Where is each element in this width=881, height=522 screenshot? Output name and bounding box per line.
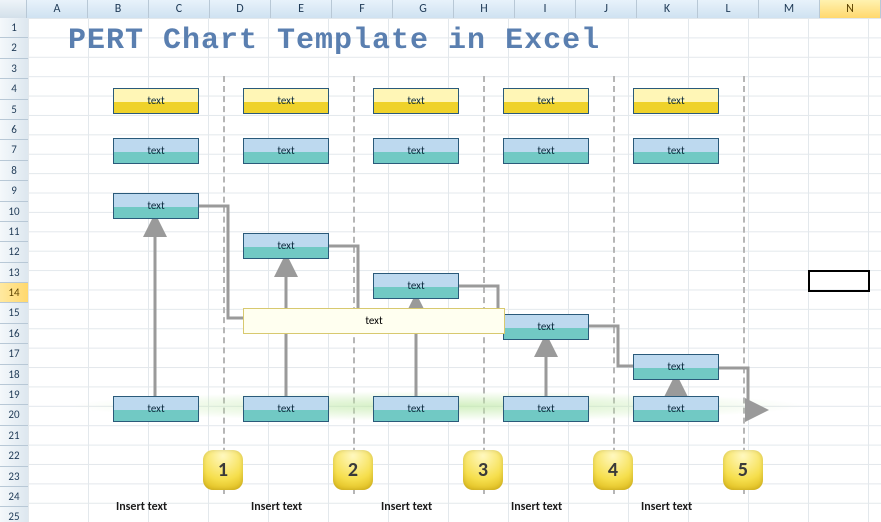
header-box[interactable]: text [243,88,329,114]
stair-box[interactable]: text [373,273,459,299]
task-box[interactable]: text [633,138,719,164]
phase-divider [353,76,355,494]
row-header-bar: 1234567891011121314151617181920212223242… [0,18,29,522]
row-4[interactable]: 4 [0,79,28,99]
row-22[interactable]: 22 [0,446,28,466]
footer-box[interactable]: text [633,396,719,422]
span-box[interactable]: text [243,308,505,334]
row-1[interactable]: 1 [0,18,28,38]
stair-box[interactable]: text [243,233,329,259]
col-K[interactable]: K [637,0,698,18]
header-box[interactable]: text [373,88,459,114]
col-D[interactable]: D [210,0,271,18]
phase-divider [613,76,615,494]
col-B[interactable]: B [88,0,149,18]
footer-box[interactable]: text [503,396,589,422]
col-L[interactable]: L [698,0,759,18]
col-A[interactable]: A [27,0,88,18]
row-9[interactable]: 9 [0,181,28,201]
row-10[interactable]: 10 [0,202,28,222]
task-box[interactable]: text [243,138,329,164]
row-12[interactable]: 12 [0,242,28,262]
col-G[interactable]: G [393,0,454,18]
insert-label: Insert text [641,500,692,514]
row-23[interactable]: 23 [0,467,28,487]
row-20[interactable]: 20 [0,405,28,425]
insert-label: Insert text [251,500,302,514]
row-7[interactable]: 7 [0,140,28,160]
row-25[interactable]: 25 [0,507,28,522]
row-19[interactable]: 19 [0,385,28,405]
insert-label: Insert text [511,500,562,514]
phase-divider [223,76,225,494]
excel-worksheet[interactable]: A B C D E F G H I J K L M N 123456789101… [0,0,881,522]
column-header-bar: A B C D E F G H I J K L M N [0,0,881,19]
step-badge[interactable]: 2 [333,450,373,490]
select-all-corner[interactable] [0,0,27,18]
step-badge[interactable]: 5 [723,450,763,490]
row-3[interactable]: 3 [0,59,28,79]
row-2[interactable]: 2 [0,38,28,58]
col-H[interactable]: H [454,0,515,18]
row-5[interactable]: 5 [0,100,28,120]
step-badge[interactable]: 3 [463,450,503,490]
col-J[interactable]: J [576,0,637,18]
stair-box[interactable]: text [503,314,589,340]
row-14[interactable]: 14 [0,283,28,303]
stair-box[interactable]: text [113,193,199,219]
row-15[interactable]: 15 [0,303,28,323]
row-24[interactable]: 24 [0,487,28,507]
header-box[interactable]: text [633,88,719,114]
row-17[interactable]: 17 [0,344,28,364]
col-N[interactable]: N [820,0,881,18]
insert-label: Insert text [116,500,167,514]
row-21[interactable]: 21 [0,426,28,446]
task-box[interactable]: text [373,138,459,164]
row-8[interactable]: 8 [0,161,28,181]
task-box[interactable]: text [503,138,589,164]
footer-box[interactable]: text [113,396,199,422]
insert-label: Insert text [381,500,432,514]
col-E[interactable]: E [271,0,332,18]
row-16[interactable]: 16 [0,324,28,344]
row-6[interactable]: 6 [0,120,28,140]
header-box[interactable]: text [113,88,199,114]
pert-diagram[interactable]: PERT Chart Template in Excel [28,18,881,522]
task-box[interactable]: text [113,138,199,164]
row-11[interactable]: 11 [0,222,28,242]
row-18[interactable]: 18 [0,365,28,385]
header-box[interactable]: text [503,88,589,114]
col-M[interactable]: M [759,0,820,18]
footer-box[interactable]: text [243,396,329,422]
col-F[interactable]: F [332,0,393,18]
stair-box[interactable]: text [633,354,719,380]
col-I[interactable]: I [515,0,576,18]
step-badge[interactable]: 4 [593,450,633,490]
phase-divider [483,76,485,494]
step-badge[interactable]: 1 [203,450,243,490]
row-13[interactable]: 13 [0,263,28,283]
phase-divider [743,76,745,494]
col-C[interactable]: C [149,0,210,18]
page-title: PERT Chart Template in Excel [68,24,600,58]
footer-box[interactable]: text [373,396,459,422]
